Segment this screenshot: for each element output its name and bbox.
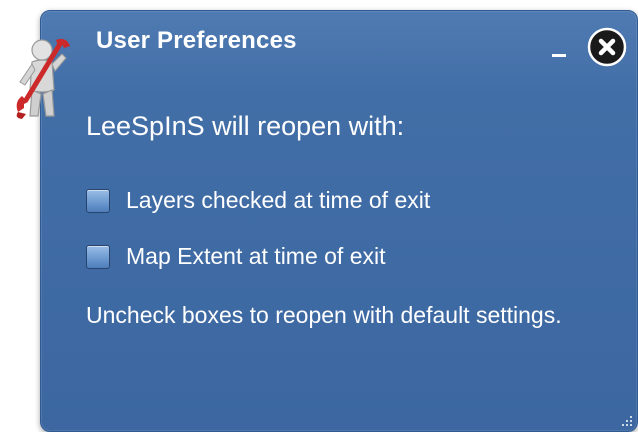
page: User Preferences LeeSpInS will reopen wi…: [0, 0, 638, 432]
user-with-wrench-icon: [16, 38, 70, 119]
panel-content: LeeSpInS will reopen with: Layers checke…: [41, 11, 637, 431]
layers-checked-label[interactable]: Layers checked at time of exit: [126, 187, 430, 214]
default-settings-note: Uncheck boxes to reopen with default set…: [86, 302, 562, 328]
map-extent-label[interactable]: Map Extent at time of exit: [126, 243, 386, 270]
reopen-heading: LeeSpInS will reopen with:: [86, 111, 405, 141]
preferences-panel: User Preferences LeeSpInS will reopen wi…: [40, 10, 638, 432]
resize-grip-icon[interactable]: [619, 413, 633, 427]
layers-checked-checkbox[interactable]: [86, 189, 110, 213]
map-extent-checkbox[interactable]: [86, 245, 110, 269]
